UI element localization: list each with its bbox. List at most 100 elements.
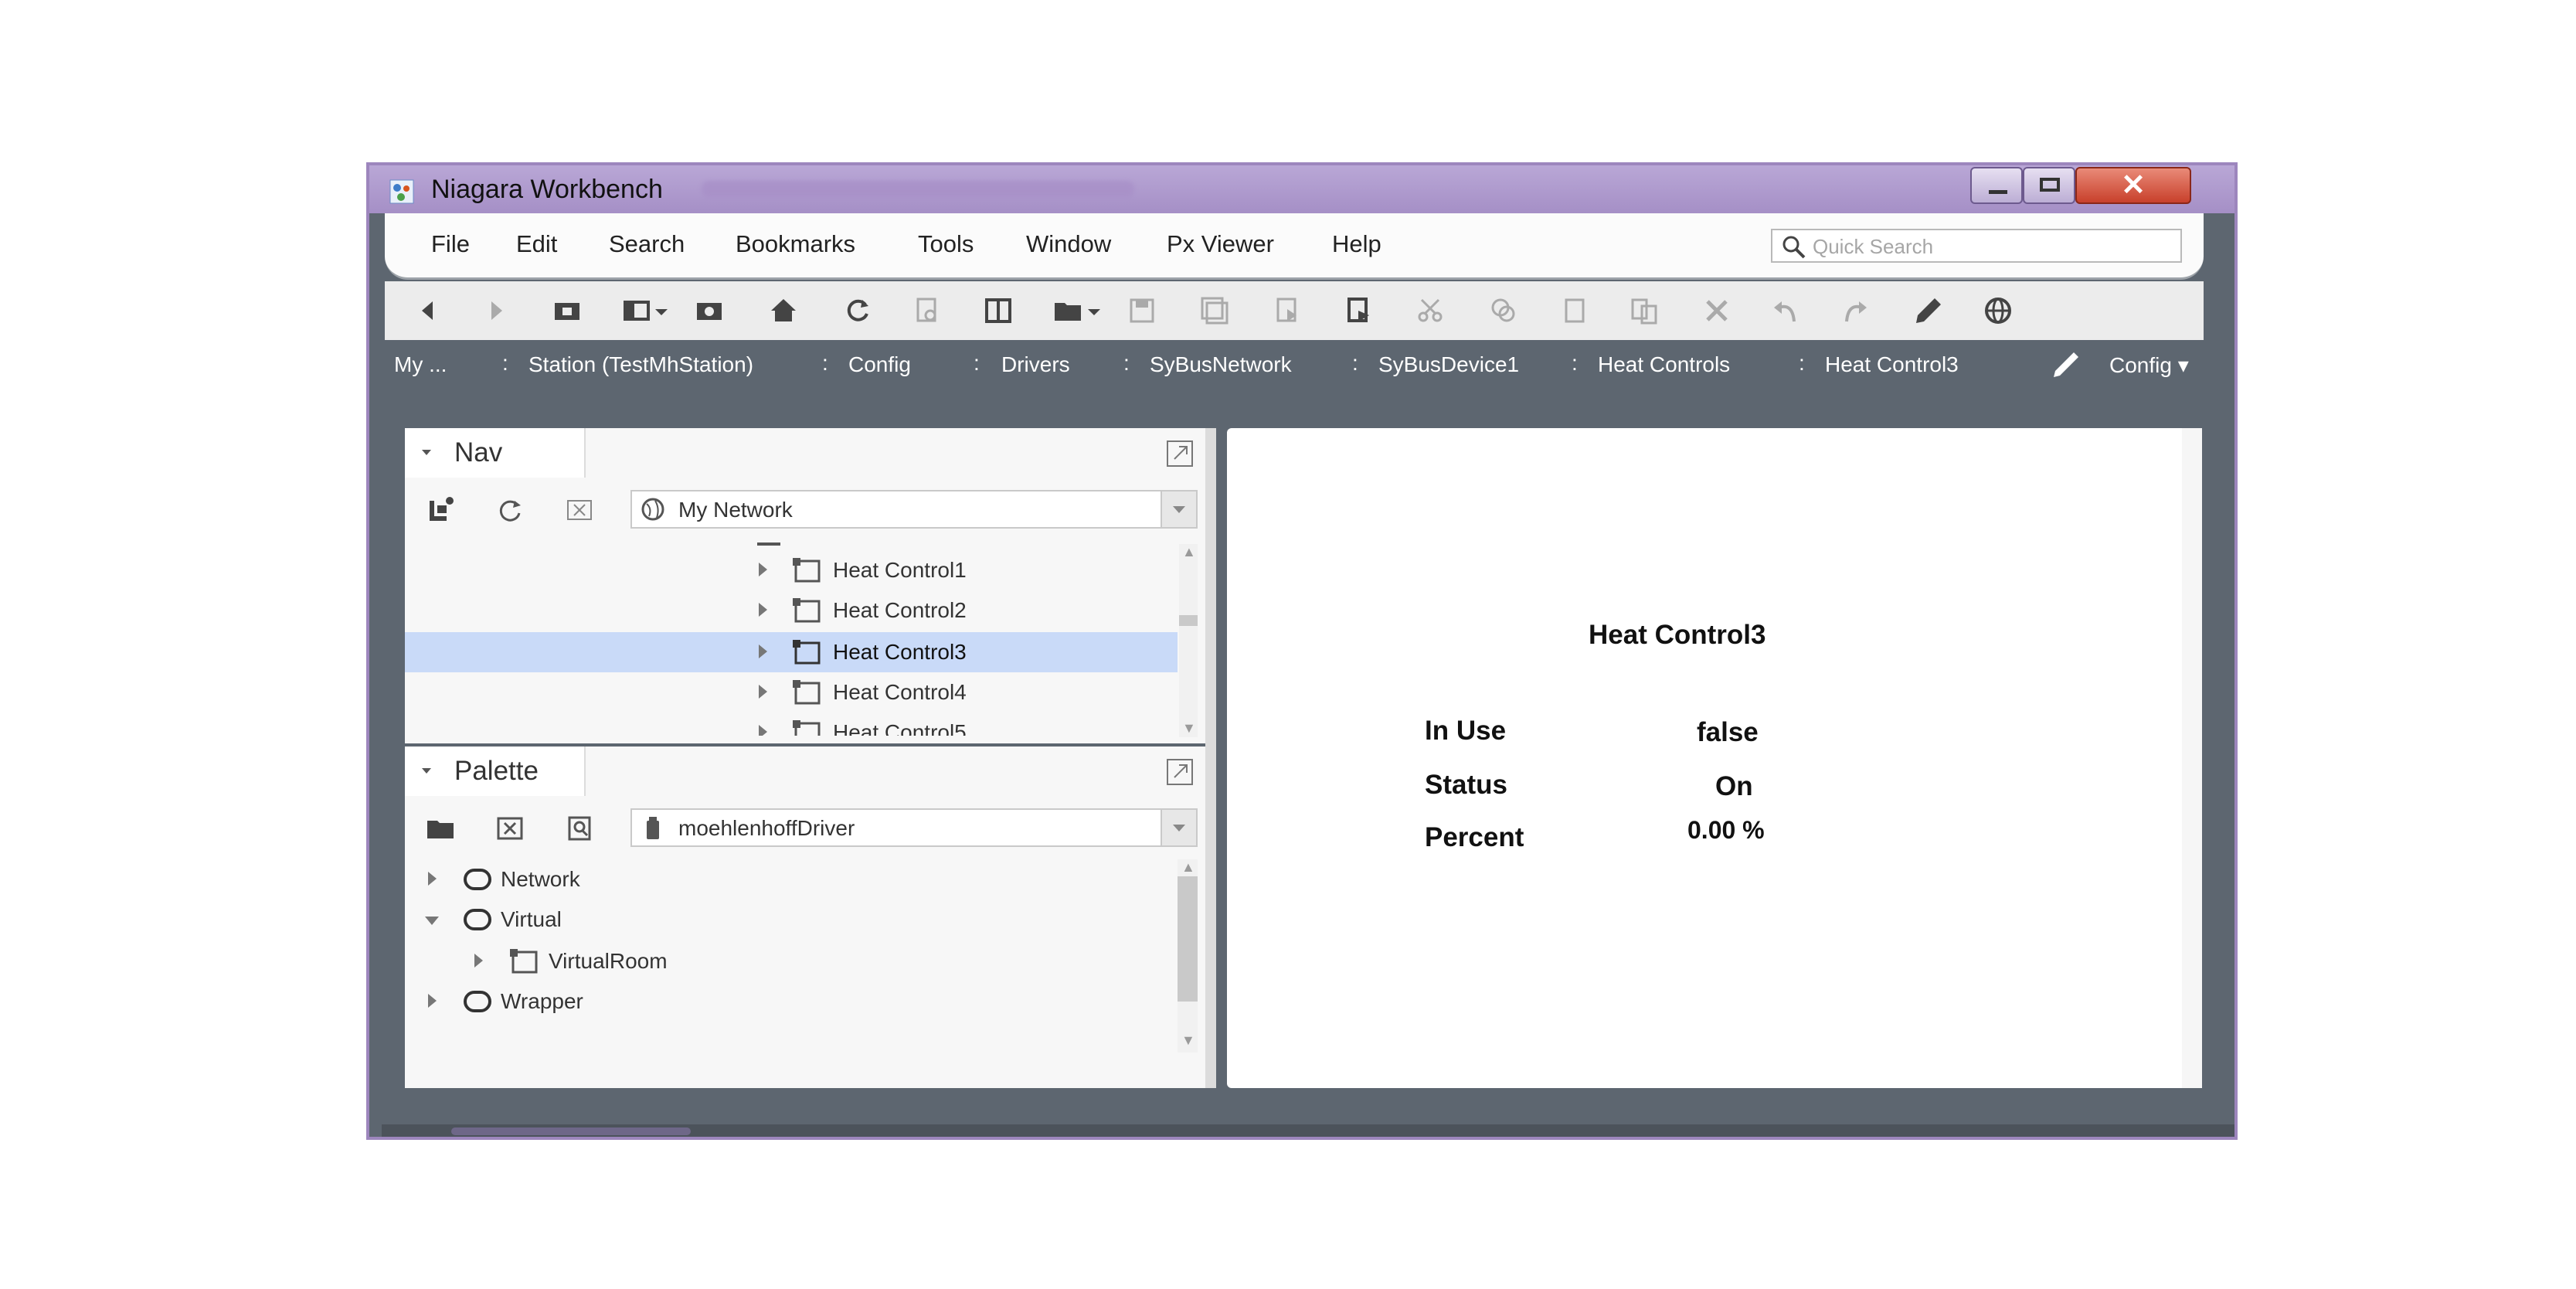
nav-collapse-icon[interactable] — [422, 450, 431, 455]
expand-arrow-icon[interactable] — [759, 685, 767, 699]
menu-tools[interactable]: Tools — [918, 230, 974, 258]
edit-doc-icon[interactable] — [1343, 295, 1374, 326]
paste-special-icon[interactable] — [1629, 295, 1660, 326]
nav-root-select[interactable]: My Network — [630, 490, 1198, 529]
palette-tree-item[interactable]: Wrapper — [405, 981, 1170, 1022]
split-view-icon[interactable] — [983, 295, 1014, 326]
delete-icon[interactable] — [1701, 295, 1732, 326]
save-icon[interactable] — [1127, 295, 1157, 326]
breadcrumb-item[interactable]: SyBusDevice1 — [1378, 352, 1519, 377]
maximize-icon — [2040, 178, 2060, 192]
chevron-down-icon[interactable] — [1161, 810, 1196, 845]
breadcrumb-item[interactable]: Heat Control3 — [1825, 352, 1959, 377]
maximize-panel-icon[interactable] — [1165, 439, 1195, 468]
back-icon[interactable] — [413, 295, 443, 326]
minimize-button[interactable] — [1970, 167, 2023, 204]
expand-arrow-icon[interactable] — [474, 954, 483, 968]
menu-help[interactable]: Help — [1332, 230, 1381, 258]
title-bar[interactable]: Niagara Workbench ✕ — [369, 165, 2234, 213]
expand-arrow-icon[interactable] — [759, 725, 767, 736]
breadcrumb-item[interactable]: Drivers — [1001, 352, 1070, 377]
view-selector[interactable]: Config ▾ — [2109, 352, 2189, 378]
pencil-icon[interactable] — [1913, 295, 1944, 326]
menu-search[interactable]: Search — [609, 230, 685, 258]
expand-arrow-icon[interactable] — [759, 644, 767, 658]
nav-tree-clip: Heat Control5 — [405, 713, 1178, 736]
close-tree-icon[interactable] — [564, 495, 595, 525]
refresh-icon[interactable] — [494, 495, 525, 525]
menu-window[interactable]: Window — [1026, 230, 1111, 258]
palette-scrollbar[interactable]: ▲ ▼ — [1178, 859, 1198, 1053]
breadcrumb-item[interactable]: My ... — [394, 352, 447, 377]
nav-item-label: Heat Control2 — [833, 598, 967, 622]
splitter[interactable] — [1205, 428, 1216, 1088]
app-window: Niagara Workbench ✕ File Edit Search Boo… — [366, 162, 2238, 1140]
expand-arrow-icon[interactable] — [759, 563, 767, 576]
folder-icon[interactable] — [1052, 295, 1083, 326]
collapse-arrow-icon[interactable] — [425, 917, 439, 925]
menu-bookmarks[interactable]: Bookmarks — [736, 230, 855, 258]
nav-tab[interactable]: Nav — [405, 428, 586, 478]
in-use-label: In Use — [1425, 716, 1507, 746]
open-palette-icon[interactable] — [425, 813, 456, 844]
palette-collapse-icon[interactable] — [422, 768, 431, 774]
edit-pencil-icon[interactable] — [2051, 349, 2082, 380]
capture-icon[interactable] — [694, 295, 725, 326]
expand-arrow-icon[interactable] — [759, 603, 767, 617]
copy-doc-icon[interactable] — [912, 295, 943, 326]
new-bookmark-icon[interactable] — [425, 495, 456, 525]
cut-icon[interactable] — [1415, 295, 1446, 326]
minimize-icon — [1989, 190, 2007, 194]
window-dropdown-icon[interactable] — [652, 295, 671, 326]
export-icon[interactable] — [1272, 295, 1303, 326]
nav-tree-item[interactable]: Heat Control1 — [405, 550, 1178, 590]
breadcrumb: My ... : Station (TestMhStation) : Confi… — [369, 340, 2234, 393]
breadcrumb-item[interactable]: Station (TestMhStation) — [528, 352, 753, 377]
folder-open-icon[interactable] — [552, 295, 583, 326]
menu-bar: File Edit Search Bookmarks Tools Window … — [385, 213, 2204, 280]
maximize-button[interactable] — [2023, 167, 2075, 204]
expand-arrow-icon[interactable] — [428, 994, 437, 1008]
home-icon[interactable] — [768, 295, 799, 326]
scroll-down-icon[interactable]: ▼ — [1182, 720, 1196, 736]
palette-tree-item[interactable]: Virtual — [405, 900, 1170, 940]
undo-icon[interactable] — [1771, 295, 1802, 326]
scroll-up-icon[interactable]: ▲ — [1181, 859, 1195, 876]
palette-tree-item[interactable]: Network — [405, 859, 1170, 900]
maximize-panel-icon[interactable] — [1165, 757, 1195, 787]
search-palette-icon[interactable] — [564, 813, 595, 844]
menu-px-viewer[interactable]: Px Viewer — [1167, 230, 1274, 258]
palette-module-select[interactable]: moehlenhoffDriver — [630, 808, 1198, 847]
breadcrumb-item[interactable]: Heat Controls — [1598, 352, 1730, 377]
nav-tree-item[interactable]: Heat Control4 — [405, 672, 1178, 713]
nav-tree-item[interactable]: Heat Control2 — [405, 590, 1178, 631]
chevron-down-icon[interactable] — [1161, 491, 1196, 527]
breadcrumb-item[interactable]: SyBusNetwork — [1150, 352, 1292, 377]
nav-scroll-thumb[interactable] — [1179, 615, 1198, 626]
globe-icon — [641, 498, 664, 521]
breadcrumb-item[interactable]: Config — [848, 352, 911, 377]
nav-tree-item[interactable]: Heat Control5 — [405, 713, 1178, 736]
save-all-icon[interactable] — [1199, 295, 1230, 326]
forward-icon[interactable] — [481, 295, 511, 326]
redo-icon[interactable] — [1839, 295, 1870, 326]
paste-icon[interactable] — [1559, 295, 1590, 326]
nav-tree-item-selected[interactable]: Heat Control3 — [405, 632, 1178, 672]
palette-scroll-thumb[interactable] — [1178, 876, 1198, 1002]
nav-scrollbar[interactable]: ▲ ▼ — [1179, 544, 1198, 737]
scroll-up-icon[interactable]: ▲ — [1182, 544, 1196, 560]
duplicate-icon[interactable] — [1488, 295, 1519, 326]
expand-arrow-icon[interactable] — [428, 872, 437, 886]
quick-search-input[interactable]: Quick Search — [1771, 229, 2182, 263]
refresh-icon[interactable] — [842, 295, 873, 326]
menu-edit[interactable]: Edit — [516, 230, 557, 258]
folder-dropdown-icon[interactable] — [1085, 295, 1103, 326]
palette-tree-item[interactable]: VirtualRoom — [405, 941, 1170, 981]
scroll-down-icon[interactable]: ▼ — [1181, 1032, 1195, 1049]
close-palette-icon[interactable] — [494, 813, 525, 844]
window-icon[interactable] — [621, 295, 652, 326]
close-button[interactable]: ✕ — [2075, 167, 2191, 204]
globe-icon[interactable] — [1983, 295, 2014, 326]
menu-file[interactable]: File — [431, 230, 470, 258]
palette-tab[interactable]: Palette — [405, 747, 586, 796]
